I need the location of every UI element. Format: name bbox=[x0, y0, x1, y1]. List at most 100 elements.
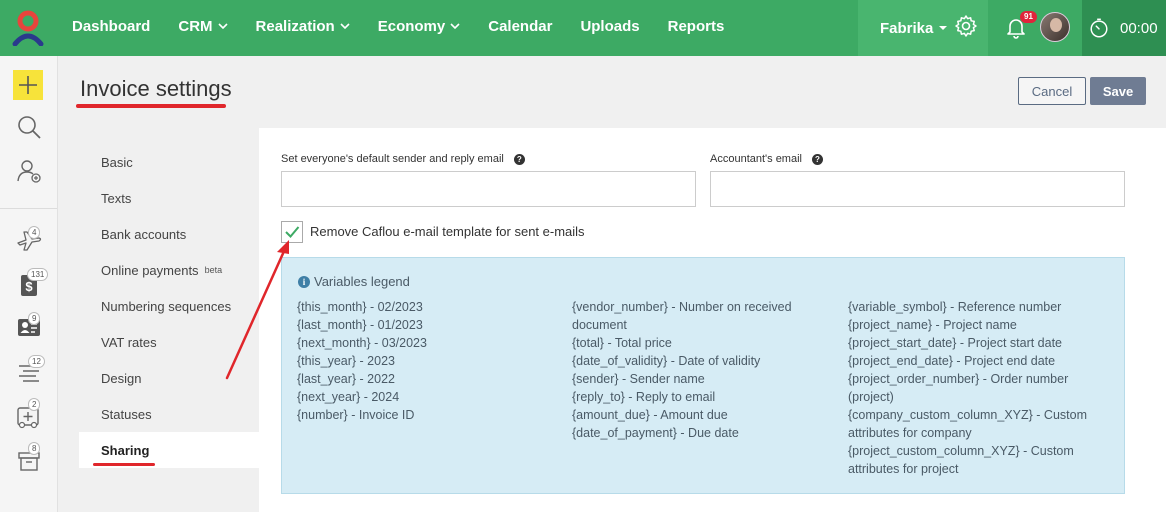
variables-legend: i Variables legend {this_month} - 02/202… bbox=[281, 257, 1125, 494]
menu-item-label: Online payments bbox=[101, 262, 199, 278]
legend-variable: {reply_to} - Reply to email bbox=[572, 390, 716, 404]
rail-divider bbox=[0, 208, 57, 209]
legend-column-3: {variable_symbol} - Reference number {pro… bbox=[848, 298, 1108, 478]
legend-variable: {project_order_number} - Order number (p… bbox=[848, 372, 1069, 404]
legend-variable: {project_name} - Project name bbox=[848, 318, 1017, 332]
menu-item-bank-accounts[interactable]: Bank accounts bbox=[79, 216, 259, 252]
accountant-email-label: Accountant's email ? bbox=[710, 153, 823, 165]
legend-variable: {last_month} - 01/2023 bbox=[297, 318, 423, 332]
legend-variable: {date_of_validity} - Date of validity bbox=[572, 354, 761, 368]
save-button[interactable]: Save bbox=[1090, 77, 1146, 105]
menu-item-label: Sharing bbox=[101, 442, 150, 458]
plus-icon bbox=[19, 76, 37, 94]
legend-variable: {variable_symbol} - Reference number bbox=[848, 300, 1062, 314]
info-icon: i bbox=[298, 275, 310, 288]
chevron-down-icon bbox=[450, 23, 460, 30]
chevron-down-icon bbox=[340, 23, 350, 30]
legend-variable: {next_month} - 03/2023 bbox=[297, 336, 427, 350]
search-icon[interactable] bbox=[14, 112, 44, 142]
beta-tag: beta bbox=[204, 265, 223, 275]
legend-variable: {project_end_date} - Project end date bbox=[848, 354, 1056, 368]
legend-variable: {next_year} - 2024 bbox=[297, 390, 400, 404]
nav-item-calendar[interactable]: Calendar bbox=[474, 18, 566, 35]
legend-variable: {number} - Invoice ID bbox=[297, 408, 415, 422]
menu-item-label: Statuses bbox=[101, 406, 152, 422]
legend-variable: {project_start_date} - Project start dat… bbox=[848, 336, 1063, 350]
nav-item-uploads[interactable]: Uploads bbox=[566, 18, 653, 35]
rail-badge: 12 bbox=[28, 355, 45, 368]
menu-item-label: Basic bbox=[101, 154, 133, 170]
svg-text:$: $ bbox=[25, 279, 33, 294]
add-contact-icon[interactable] bbox=[14, 156, 44, 186]
legend-variable: {last_year} - 2022 bbox=[297, 372, 395, 386]
nav-item-label: Economy bbox=[377, 17, 446, 35]
legend-variable: {vendor_number} - Number on received doc… bbox=[572, 300, 792, 332]
menu-item-numbering-sequences[interactable]: Numbering sequences bbox=[79, 288, 259, 324]
timer-button[interactable]: 00:00 bbox=[1082, 0, 1166, 56]
menu-item-basic[interactable]: Basic bbox=[79, 144, 259, 180]
nav-item-label: Calendar bbox=[488, 17, 553, 35]
page-title: Invoice settings bbox=[80, 76, 232, 101]
remove-template-checkbox[interactable] bbox=[281, 221, 303, 243]
nav-item-label: Dashboard bbox=[72, 17, 151, 35]
nav-item-economy[interactable]: Economy bbox=[364, 18, 475, 35]
nav-item-crm[interactable]: CRM bbox=[164, 18, 241, 35]
legend-variable: {date_of_payment} - Due date bbox=[572, 426, 739, 440]
legend-variable: {amount_due} - Amount due bbox=[572, 408, 728, 422]
legend-variable: {total} - Total price bbox=[572, 336, 672, 350]
add-button[interactable] bbox=[13, 70, 43, 100]
nav-item-label: CRM bbox=[178, 17, 213, 35]
rail-badge: 131 bbox=[27, 268, 49, 281]
accountant-email-input[interactable] bbox=[710, 171, 1125, 207]
settings-menu: Basic Texts Bank accounts Online payments be… bbox=[79, 144, 259, 468]
menu-item-online-payments[interactable]: Online payments beta bbox=[79, 252, 259, 288]
left-rail: 4 $ 131 9 12 2 8 bbox=[0, 56, 58, 512]
menu-item-design[interactable]: Design bbox=[79, 360, 259, 396]
sender-email-input[interactable] bbox=[281, 171, 696, 207]
caret-down-icon bbox=[939, 26, 948, 30]
avatar[interactable] bbox=[1040, 12, 1070, 42]
nav-item-reports[interactable]: Reports bbox=[654, 18, 739, 35]
legend-column-2: {vendor_number} - Number on received doc… bbox=[572, 298, 812, 442]
top-bar: Dashboard CRM Realization Economy Calendar Up… bbox=[0, 0, 1166, 56]
menu-item-label: Texts bbox=[101, 190, 132, 206]
menu-item-label: VAT rates bbox=[101, 334, 157, 350]
menu-item-label: Bank accounts bbox=[101, 226, 187, 242]
title-annotation-underline bbox=[76, 104, 226, 108]
menu-item-vat-rates[interactable]: VAT rates bbox=[79, 324, 259, 360]
main-nav: Dashboard CRM Realization Economy Calendar Up… bbox=[58, 0, 738, 52]
remove-template-label: Remove Caflou e-mail template for sent e… bbox=[310, 224, 585, 239]
legend-variable: {company_custom_column_XYZ} - Custom att… bbox=[848, 408, 1087, 440]
help-icon[interactable]: ? bbox=[513, 153, 525, 165]
nav-item-dashboard[interactable]: Dashboard bbox=[58, 18, 164, 35]
legend-title: i Variables legend bbox=[298, 274, 410, 289]
topbar-right: Fabrika 91 00:00 bbox=[858, 0, 1166, 56]
nav-item-label: Realization bbox=[255, 17, 335, 35]
help-icon[interactable]: ? bbox=[811, 153, 823, 165]
nav-item-label: Uploads bbox=[580, 17, 640, 35]
menu-item-label: Numbering sequences bbox=[101, 298, 232, 314]
caflou-logo-icon[interactable] bbox=[12, 10, 44, 47]
legend-variable: {sender} - Sender name bbox=[572, 372, 705, 386]
nav-item-label: Reports bbox=[667, 17, 725, 35]
timer-value: 00:00 bbox=[1120, 19, 1158, 37]
sender-email-label: Set everyone's default sender and reply … bbox=[281, 153, 525, 165]
sharing-annotation-underline bbox=[93, 463, 155, 466]
company-switcher[interactable]: Fabrika bbox=[858, 0, 988, 56]
legend-variable: {this_month} - 02/2023 bbox=[297, 300, 423, 314]
menu-item-label: Design bbox=[101, 370, 142, 386]
gear-icon[interactable] bbox=[954, 14, 978, 38]
legend-variable: {project_custom_column_XYZ} - Custom att… bbox=[848, 444, 1074, 476]
checkmark-icon bbox=[285, 226, 300, 238]
stopwatch-icon bbox=[1090, 18, 1108, 38]
menu-item-texts[interactable]: Texts bbox=[79, 180, 259, 216]
company-name: Fabrika bbox=[880, 19, 934, 37]
menu-item-statuses[interactable]: Statuses bbox=[79, 396, 259, 432]
chevron-down-icon bbox=[217, 23, 228, 30]
nav-item-realization[interactable]: Realization bbox=[242, 18, 364, 35]
notifications-button[interactable]: 91 bbox=[996, 0, 1037, 56]
legend-column-1: {this_month} - 02/2023 {last_month} - 01/… bbox=[297, 298, 557, 424]
notification-badge: 91 bbox=[1020, 11, 1037, 23]
cancel-button[interactable]: Cancel bbox=[1018, 77, 1086, 105]
legend-variable: {this_year} - 2023 bbox=[297, 354, 395, 368]
